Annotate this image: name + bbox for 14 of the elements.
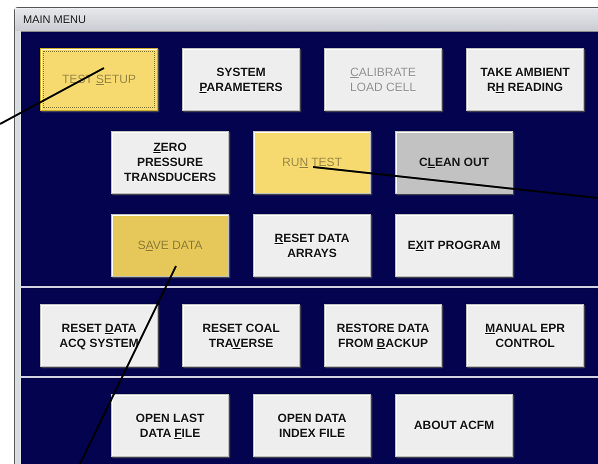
menu-button[interactable]: RESTORE DATA FROM BACKUP: [324, 304, 442, 367]
window-title: MAIN MENU: [23, 14, 86, 26]
menu-button[interactable]: CLEAN OUT: [395, 131, 513, 194]
menu-button[interactable]: SYSTEM PARAMETERS: [182, 48, 300, 111]
menu-button[interactable]: MANUAL EPR CONTROL: [466, 304, 584, 367]
menu-button[interactable]: ABOUT ACFM: [395, 394, 513, 457]
menu-button[interactable]: RESET COAL TRAVERSE: [182, 304, 300, 367]
menu-button[interactable]: TAKE AMBIENT RH READING: [466, 48, 584, 111]
menu-button[interactable]: EXIT PROGRAM: [395, 214, 513, 277]
menu-button[interactable]: OPEN DATA INDEX FILE: [253, 394, 371, 457]
menu-button[interactable]: OPEN LAST DATA FILE: [111, 394, 229, 457]
menu-button[interactable]: ZERO PRESSURE TRANSDUCERS: [111, 131, 229, 194]
menu-button[interactable]: RESET DATA ACQ SYSTEM: [40, 304, 158, 367]
menu-button[interactable]: RESET DATA ARRAYS: [253, 214, 371, 277]
